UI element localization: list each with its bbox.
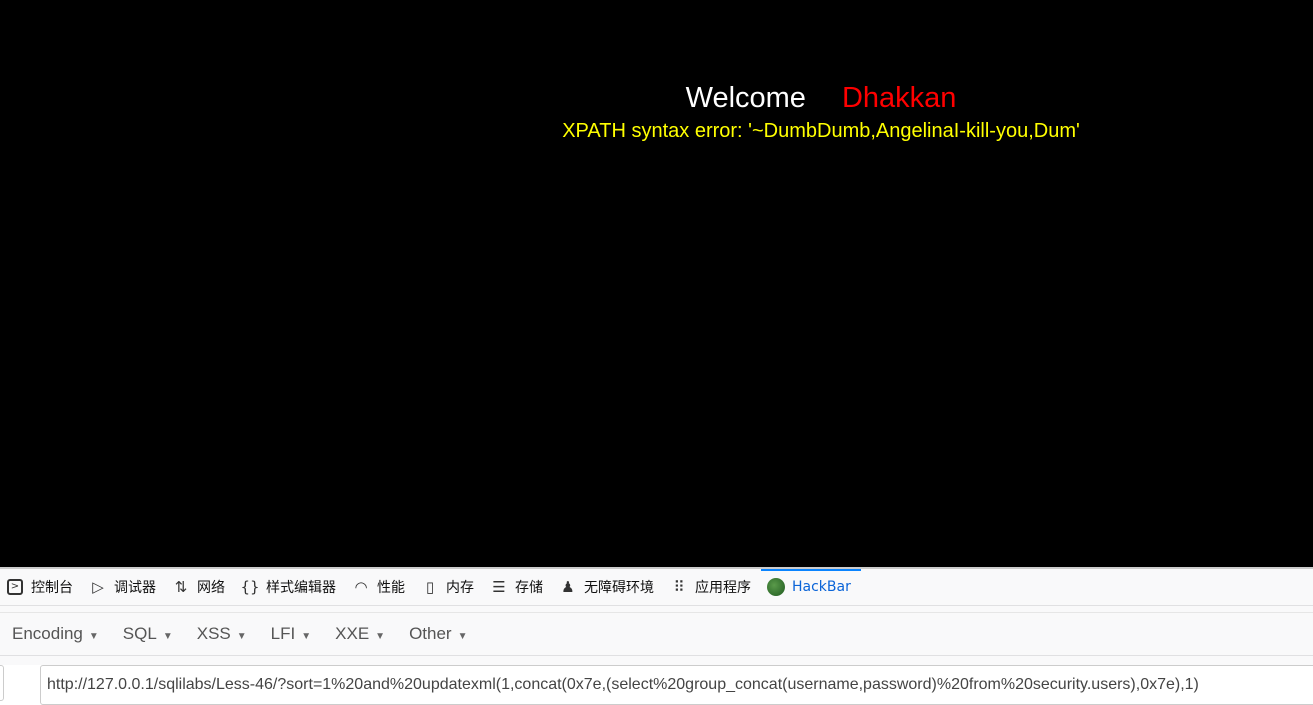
application-icon: ⠿ (673, 578, 685, 596)
web-page: Welcome Dhakkan XPATH syntax error: '~Dum… (0, 0, 1313, 567)
tab-label: 控制台 (31, 580, 73, 596)
caret-down-icon: ▼ (236, 631, 247, 642)
menu-lfi[interactable]: LFI ▼ (271, 624, 311, 644)
welcome-text: Welcome (685, 82, 806, 114)
tab-label: 存储 (515, 580, 543, 596)
menu-sql[interactable]: SQL ▼ (123, 624, 173, 644)
tab-label: HackBar (792, 579, 851, 595)
style-editor-icon: {} (240, 578, 260, 596)
network-icon: ⇅ (174, 578, 188, 596)
menu-encoding[interactable]: Encoding ▼ (12, 624, 99, 644)
tab-storage[interactable]: ☰ 存储 (484, 569, 553, 605)
menu-other[interactable]: Other ▼ (409, 624, 467, 644)
error-message: XPATH syntax error: '~DumbDumb,AngelinaI… (562, 120, 1080, 142)
caret-down-icon: ▼ (375, 631, 386, 642)
performance-icon: ◠ (354, 578, 368, 596)
debugger-icon: ▷ (92, 578, 104, 596)
tab-label: 内存 (446, 580, 474, 596)
devtools-tabs: > 控制台 ▷ 调试器 ⇅ 网络 {} 样式编辑器 ◠ 性能 ▯ 内存 ☰ 存储 ♟ 无障碍环境… (0, 569, 1313, 606)
tab-label: 样式编辑器 (266, 580, 336, 596)
caret-down-icon: ▼ (162, 631, 173, 642)
welcome-line: Welcome Dhakkan (0, 82, 1313, 115)
tab-label: 调试器 (114, 580, 156, 596)
hackbar-icon (767, 578, 785, 596)
menu-xxe[interactable]: XXE ▼ (335, 624, 385, 644)
tab-debugger[interactable]: ▷ 调试器 (83, 569, 166, 605)
accessibility-icon: ♟ (561, 578, 575, 596)
caret-down-icon: ▼ (457, 631, 468, 642)
caret-down-icon: ▼ (88, 631, 99, 642)
caret-down-icon: ▼ (301, 631, 312, 642)
username: Dhakkan (841, 82, 957, 114)
tab-console[interactable]: > 控制台 (0, 569, 83, 605)
devtools-panel: > 控制台 ▷ 调试器 ⇅ 网络 {} 样式编辑器 ◠ 性能 ▯ 内存 ☰ 存储 ♟ 无障碍环境… (0, 567, 1313, 705)
console-icon: > (6, 578, 24, 596)
tab-network[interactable]: ⇅ 网络 (166, 569, 235, 605)
url-row: http://127.0.0.1/sqlilabs/Less-46/?sort=… (0, 665, 1313, 705)
memory-icon: ▯ (425, 578, 435, 596)
storage-icon: ☰ (492, 578, 506, 596)
tab-label: 性能 (377, 580, 405, 596)
tab-performance[interactable]: ◠ 性能 (346, 569, 415, 605)
tab-label: 网络 (197, 580, 225, 596)
menu-xss[interactable]: XSS ▼ (197, 624, 247, 644)
tab-label: 无障碍环境 (584, 580, 654, 596)
tab-hackbar[interactable]: HackBar (761, 569, 861, 605)
tab-accessibility[interactable]: ♟ 无障碍环境 (553, 569, 664, 605)
url-input[interactable]: http://127.0.0.1/sqlilabs/Less-46/?sort=… (40, 665, 1313, 705)
tab-memory[interactable]: ▯ 内存 (415, 569, 484, 605)
tab-style-editor[interactable]: {} 样式编辑器 (235, 569, 346, 605)
tab-application[interactable]: ⠿ 应用程序 (664, 569, 761, 605)
tab-label: 应用程序 (695, 580, 751, 596)
side-button[interactable] (0, 665, 4, 701)
hackbar-menu: Encoding ▼ SQL ▼ XSS ▼ LFI ▼ XXE ▼ Other ▼ (0, 612, 1313, 656)
